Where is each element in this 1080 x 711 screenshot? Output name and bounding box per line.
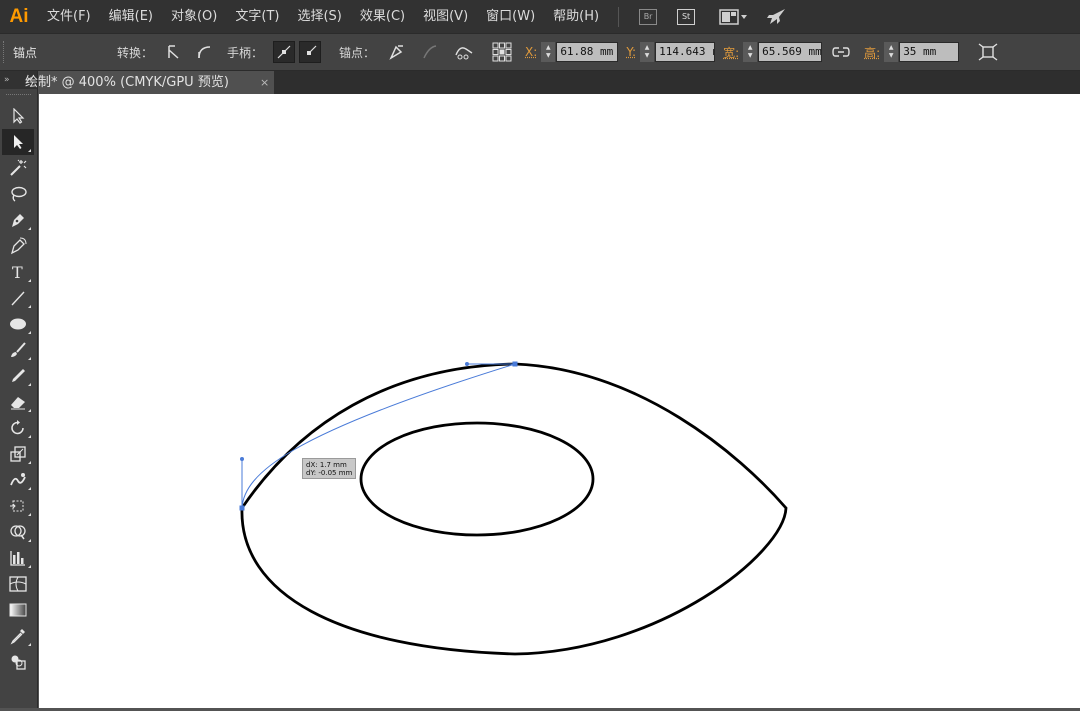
curvature-tool-icon[interactable]: [2, 233, 34, 259]
eraser-tool-icon[interactable]: [2, 389, 34, 415]
handles-label: 手柄：: [227, 44, 263, 61]
app-logo: Ai: [0, 0, 38, 33]
lasso-tool-icon[interactable]: [2, 181, 34, 207]
anchor-point-top: [513, 362, 518, 367]
warp-tool-icon[interactable]: [2, 467, 34, 493]
graph-tool-icon[interactable]: [2, 545, 34, 571]
transform-each-icon[interactable]: [977, 41, 999, 63]
hide-handles-icon[interactable]: [299, 41, 321, 63]
measurement-tooltip: dX: 1.7 mm dY: -0.05 mm: [302, 458, 356, 479]
remove-anchor-icon[interactable]: [385, 41, 407, 63]
artboard-canvas[interactable]: dX: 1.7 mm dY: -0.05 mm: [39, 94, 1080, 708]
pen-tool-icon[interactable]: [2, 207, 34, 233]
handle-point-top: [465, 362, 469, 366]
free-transform-tool-icon[interactable]: [2, 493, 34, 519]
width-field[interactable]: 65.569 mm: [758, 42, 822, 62]
outer-path: [242, 364, 786, 654]
tooltip-dx: dX: 1.7 mm: [306, 461, 355, 469]
reference-point-icon[interactable]: [491, 41, 513, 63]
blend-tool-icon[interactable]: [2, 649, 34, 675]
stock-icon[interactable]: St: [677, 9, 695, 25]
connect-endpoints-icon[interactable]: [419, 41, 441, 63]
paintbrush-tool-icon[interactable]: [2, 337, 34, 363]
gpu-performance-icon[interactable]: [765, 7, 787, 27]
handle-point-left: [240, 457, 244, 461]
tooltip-dy: dY: -0.05 mm: [306, 469, 355, 477]
menu-help[interactable]: 帮助(H): [544, 0, 608, 33]
cut-path-icon[interactable]: [453, 41, 475, 63]
x-label: X:: [525, 45, 537, 59]
arrange-documents-icon[interactable]: [719, 9, 749, 25]
convert-label: 转换：: [117, 44, 153, 61]
x-spinner[interactable]: ▲ ▼: [541, 42, 555, 62]
document-tab[interactable]: 绘制* @ 400% (CMYK/GPU 预览) ×: [38, 71, 274, 94]
height-spinner[interactable]: ▲ ▼: [884, 42, 898, 62]
direct-selection-tool-icon[interactable]: [2, 129, 34, 155]
menu-select[interactable]: 选择(S): [288, 0, 350, 33]
y-field[interactable]: 114.643 n: [655, 42, 715, 62]
document-tab-title: 绘制* @ 400% (CMYK/GPU 预览): [25, 71, 229, 94]
svg-text:T: T: [12, 264, 23, 280]
expand-panel-icon[interactable]: »: [4, 75, 10, 85]
convert-to-smooth-icon[interactable]: [193, 41, 215, 63]
shape-builder-tool-icon[interactable]: [2, 519, 34, 545]
selected-segment: [242, 364, 515, 508]
menu-edit[interactable]: 编辑(E): [100, 0, 162, 33]
menu-separator: [618, 7, 619, 27]
control-bar-grip[interactable]: [3, 41, 7, 63]
document-tab-bar: 绘制* @ 400% (CMYK/GPU 预览) ×: [38, 71, 1080, 94]
magic-wand-tool-icon[interactable]: [2, 155, 34, 181]
menu-view[interactable]: 视图(V): [414, 0, 477, 33]
inner-ellipse: [361, 423, 593, 535]
menu-file[interactable]: 文件(F): [38, 0, 100, 33]
rotate-tool-icon[interactable]: [2, 415, 34, 441]
constrain-proportions-icon[interactable]: [830, 41, 852, 63]
type-tool-icon[interactable]: T: [2, 259, 34, 285]
line-tool-icon[interactable]: [2, 285, 34, 311]
height-label: 高:: [864, 44, 880, 61]
x-field[interactable]: 61.88 mm: [556, 42, 618, 62]
gradient-tool-icon[interactable]: [2, 597, 34, 623]
eyedropper-tool-icon[interactable]: [2, 623, 34, 649]
menu-window[interactable]: 窗口(W): [477, 0, 544, 33]
control-bar-title: 锚点: [13, 44, 109, 61]
y-spinner[interactable]: ▲ ▼: [640, 42, 654, 62]
tools-panel: » × T: [0, 71, 38, 708]
menu-bar: Ai 文件(F) 编辑(E) 对象(O) 文字(T) 选择(S) 效果(C) 视…: [0, 0, 1080, 33]
menu-effect[interactable]: 效果(C): [351, 0, 414, 33]
width-spinner[interactable]: ▲ ▼: [743, 42, 757, 62]
anchor-point-left: [240, 506, 245, 511]
height-field[interactable]: 35 mm: [899, 42, 959, 62]
scale-tool-icon[interactable]: [2, 441, 34, 467]
selection-tool-icon[interactable]: [2, 103, 34, 129]
ellipse-tool-icon[interactable]: [2, 311, 34, 337]
artwork[interactable]: [39, 94, 1080, 708]
convert-to-corner-icon[interactable]: [163, 41, 185, 63]
show-handles-icon[interactable]: [273, 41, 295, 63]
width-label: 宽:: [723, 44, 739, 61]
control-bar: 锚点 转换： 手柄： 锚点： X: ▲ ▼ 61.88 mm Y: ▲ ▼ 11…: [0, 33, 1080, 71]
y-label: Y:: [626, 45, 636, 59]
anchors-label: 锚点：: [339, 44, 375, 61]
bridge-icon[interactable]: Br: [639, 9, 657, 25]
mesh-tool-icon[interactable]: [2, 571, 34, 597]
menu-type[interactable]: 文字(T): [226, 0, 288, 33]
pencil-tool-icon[interactable]: [2, 363, 34, 389]
close-document-icon[interactable]: ×: [260, 71, 269, 94]
menu-object[interactable]: 对象(O): [162, 0, 226, 33]
